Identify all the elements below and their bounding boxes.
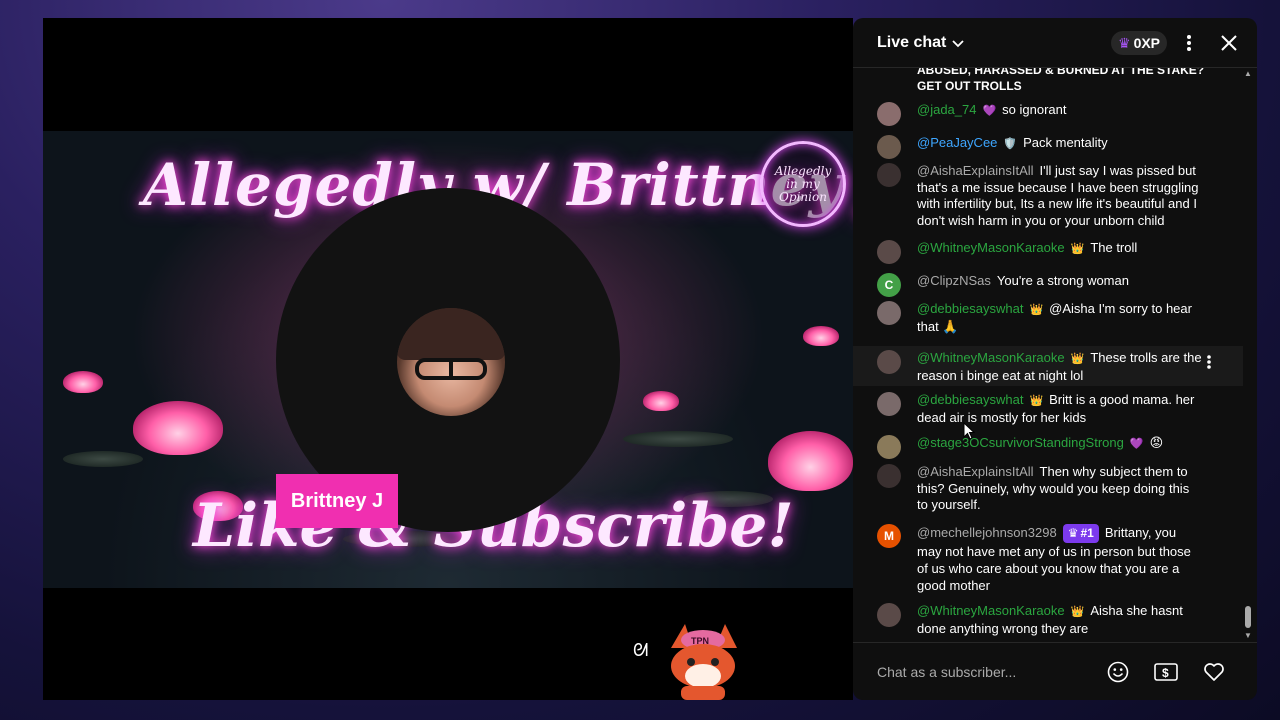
member-badge-icon: 💜 <box>982 105 997 117</box>
chat-message-list[interactable]: ABUSED, HARASSED & BURNED AT THE STAKE? … <box>853 68 1257 642</box>
moderator-badge-icon: 🛡️ <box>1003 138 1018 150</box>
chat-message: @PeaJayCee 🛡️ Pack mentality <box>853 135 1243 159</box>
chat-message: @jada_74 💜 so ignorant <box>853 102 1243 126</box>
crown-icon: ♛ <box>1118 34 1131 51</box>
chat-message: C @ClipzNSas You're a strong woman <box>853 273 1243 297</box>
chat-mode-dropdown[interactable]: Live chat <box>877 34 964 52</box>
crown-badge-icon: 👑 <box>1070 243 1085 255</box>
avatar[interactable] <box>877 135 901 159</box>
chat-scrollbar[interactable]: ▲ ▼ <box>1243 68 1253 642</box>
rank-badge: ♛ #1 <box>1062 524 1099 543</box>
crown-badge-icon: 👑 <box>1029 395 1044 407</box>
chevron-down-icon <box>952 39 964 47</box>
message-text: You're a strong woman <box>996 273 1129 288</box>
message-text: 😡 <box>1149 435 1164 450</box>
lotus-flower <box>133 401 223 455</box>
lily-pad <box>623 431 733 447</box>
chat-message-hovered: @WhitneyMasonKaraoke 👑 These trolls are th… <box>853 346 1243 386</box>
heart-icon[interactable] <box>1201 659 1227 685</box>
fox-mascot-icon: ᘛ TPN <box>633 624 737 700</box>
avatar[interactable] <box>877 603 901 627</box>
more-options-icon[interactable] <box>1177 31 1201 55</box>
author-name[interactable]: @mechellejohnson3298 <box>917 525 1057 540</box>
avatar[interactable] <box>877 301 901 325</box>
lotus-flower <box>803 326 839 346</box>
super-chat-icon[interactable]: $ <box>1153 659 1179 685</box>
author-name[interactable]: @WhitneyMasonKaraoke <box>917 350 1065 365</box>
crown-badge-icon: 👑 <box>1029 304 1044 316</box>
message-text: Pack mentality <box>1023 135 1108 150</box>
author-name[interactable]: @AishaExplainsItAll <box>917 464 1034 479</box>
crown-icon: ♛ <box>1067 526 1079 540</box>
scroll-up-icon[interactable]: ▲ <box>1243 70 1253 78</box>
chat-message: @AishaExplainsItAll Then why subject them… <box>853 464 1243 514</box>
author-name[interactable]: @WhitneyMasonKaraoke <box>917 240 1065 255</box>
video-player[interactable]: Allegedly w/ Brittney J Allegedly in my … <box>43 18 853 700</box>
chat-message: M @mechellejohnson3298 ♛ #1 Brittany, you m… <box>853 524 1243 594</box>
scroll-thumb[interactable] <box>1245 606 1251 628</box>
chat-message: @WhitneyMasonKaraoke 👑 The troll <box>853 240 1243 264</box>
emoji-icon[interactable] <box>1105 659 1131 685</box>
channel-logo: Allegedly in my Opinion <box>760 141 846 227</box>
avatar[interactable] <box>877 350 901 374</box>
member-badge-icon: 💜 <box>1129 438 1144 450</box>
avatar[interactable] <box>877 102 901 126</box>
chat-input[interactable] <box>877 653 1097 690</box>
author-name[interactable]: @debbiesayswhat <box>917 392 1023 407</box>
truncated-message: ABUSED, HARASSED & BURNED AT THE STAKE? … <box>917 68 1205 93</box>
close-icon[interactable] <box>1217 31 1241 55</box>
crown-badge-icon: 👑 <box>1070 353 1085 365</box>
streamer-name-tag: Brittney J <box>276 474 398 528</box>
author-name[interactable]: @debbiesayswhat <box>917 301 1023 316</box>
avatar[interactable] <box>877 392 901 416</box>
xp-badge[interactable]: ♛ 0XP <box>1111 31 1168 55</box>
svg-text:ᘛ: ᘛ <box>633 640 648 660</box>
live-chat-panel: Live chat ♛ 0XP ABUSED, HARASSED & BURNE… <box>853 18 1257 700</box>
chat-input-bar: $ <box>853 642 1257 700</box>
lotus-flower <box>643 391 679 411</box>
avatar[interactable] <box>877 163 901 187</box>
chat-message: @debbiesayswhat 👑 @Aisha I'm sorry to hear… <box>853 301 1243 335</box>
xp-value: 0XP <box>1133 35 1161 51</box>
mouse-cursor-icon <box>963 422 975 440</box>
avatar[interactable] <box>877 435 901 459</box>
author-name[interactable]: @jada_74 <box>917 102 976 117</box>
crown-badge-icon: 👑 <box>1070 606 1085 618</box>
scroll-down-icon[interactable]: ▼ <box>1243 632 1253 640</box>
avatar[interactable] <box>877 464 901 488</box>
avatar[interactable] <box>877 240 901 264</box>
streamer-webcam <box>397 308 505 416</box>
lotus-flower <box>768 431 853 491</box>
author-name[interactable]: @PeaJayCee <box>917 135 997 150</box>
chat-title: Live chat <box>877 33 947 51</box>
author-name[interactable]: @AishaExplainsItAll <box>917 163 1034 178</box>
author-name[interactable]: @WhitneyMasonKaraoke <box>917 603 1065 618</box>
avatar[interactable]: M <box>877 524 901 548</box>
lily-pad <box>63 451 143 467</box>
chat-header: Live chat ♛ 0XP <box>853 18 1257 68</box>
rank-label: #1 <box>1080 526 1094 540</box>
chat-message: @stage3OCsurvivorStandingStrong 💜 😡 <box>853 435 1243 459</box>
chat-message: @debbiesayswhat 👑 Britt is a good mama. he… <box>853 392 1243 426</box>
message-menu-icon[interactable] <box>1199 352 1219 372</box>
lotus-flower <box>63 371 103 393</box>
message-text: so ignorant <box>1002 102 1067 117</box>
chat-message: @AishaExplainsItAll I'll just say I was p… <box>853 163 1243 229</box>
avatar[interactable]: C <box>877 273 901 297</box>
author-name[interactable]: @ClipzNSas <box>917 273 991 288</box>
message-text: The troll <box>1090 240 1138 255</box>
svg-text:$: $ <box>1162 666 1169 680</box>
chat-message: @WhitneyMasonKaraoke 👑 Aisha she hasnt don… <box>853 603 1243 637</box>
author-name[interactable]: @stage3OCsurvivorStandingStrong <box>917 435 1124 450</box>
